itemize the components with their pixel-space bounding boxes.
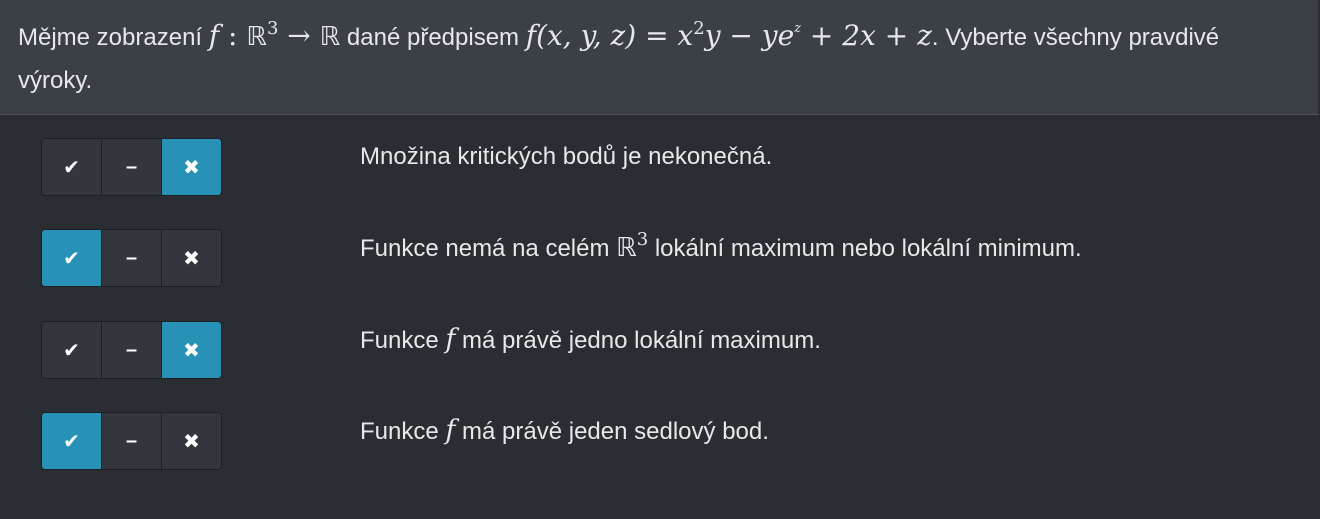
check-icon: ✔ [63,430,80,453]
neutral-button[interactable]: – [102,413,162,469]
math-symbol: ℝ [246,22,267,52]
check-icon: ✔ [63,339,80,362]
neutral-button[interactable]: – [102,139,162,195]
statement-text-part: Funkce [360,327,446,354]
math-symbol: ℝ [616,233,637,263]
statement-text: Funkce f má právě jedno lokální maximum. [360,325,821,356]
math-expression: f : ℝ3 → ℝ [209,19,341,52]
math-exponent: 3 [636,229,649,250]
dash-icon: – [125,155,138,178]
true-button[interactable]: ✔ [42,322,102,378]
math-symbol: → [278,19,320,52]
statement-text-part: má právě jeden sedlový bod. [455,418,769,445]
true-button[interactable]: ✔ [42,139,102,195]
statement-text-part: Množina kritických bodů je nekonečná. [360,143,773,170]
math-formula-part: f(x, y, z) = x [525,19,694,52]
math-formula-part: + 2x + z [801,19,932,52]
answer-toggle-group: ✔ – ✖ [41,321,222,379]
dash-icon: – [125,429,138,452]
statement-text: Funkce nemá na celém ℝ3 lokální maximum … [360,229,1082,264]
false-button[interactable]: ✖ [162,413,221,469]
statement-row: ✔ – ✖ Funkce f má právě jeden sedlový bo… [0,412,1320,472]
math-symbol: f [208,19,220,52]
math-exponent: 3 [266,18,279,39]
math-formula-part: y − ye [704,19,795,52]
false-button[interactable]: ✖ [162,230,221,286]
cross-icon: ✖ [183,247,200,270]
statement-text-part: Funkce nemá na celém [360,235,617,262]
neutral-button[interactable]: – [102,322,162,378]
question-text-part: dané předpisem [340,24,526,51]
statement-text: Funkce f má právě jeden sedlový bod. [360,416,769,447]
answer-toggle-group: ✔ – ✖ [41,412,222,470]
math-exponent: 2 [693,18,705,39]
dash-icon: – [125,338,138,361]
statement-row: ✔ – ✖ Množina kritických bodů je nekoneč… [0,138,1320,198]
statement-row: ✔ – ✖ Funkce f má právě jedno lokální ma… [0,321,1320,381]
math-exponent: z [794,21,802,36]
math-symbol: : [219,19,247,52]
dash-icon: – [125,246,138,269]
statement-text-part: lokální maximum nebo lokální minimum. [648,235,1082,262]
cross-icon: ✖ [183,430,200,453]
statement-text: Množina kritických bodů je nekonečná. [360,142,772,172]
statement-row: ✔ – ✖ Funkce nemá na celém ℝ3 lokální ma… [0,229,1320,289]
statement-text-part: má právě jedno lokální maximum. [455,327,821,354]
true-button[interactable]: ✔ [42,230,102,286]
math-symbol: f [445,324,456,355]
math-symbol: f [445,415,456,446]
math-expression: ℝ3 [616,229,649,264]
math-formula: f(x, y, z) = x2y − yez + 2x + z [526,19,932,52]
check-icon: ✔ [63,156,80,179]
neutral-button[interactable]: – [102,230,162,286]
statement-text-part: Funkce [360,418,446,445]
check-icon: ✔ [63,247,80,270]
question-header: Mějme zobrazení f : ℝ3 → ℝ dané předpise… [0,0,1320,115]
true-button[interactable]: ✔ [42,413,102,469]
question-text-part: Mějme zobrazení [18,24,209,51]
cross-icon: ✖ [183,339,200,362]
question-text: Mějme zobrazení f : ℝ3 → ℝ dané předpise… [18,14,1288,102]
false-button[interactable]: ✖ [162,322,221,378]
math-symbol: ℝ [319,22,341,52]
cross-icon: ✖ [183,156,200,179]
answer-toggle-group: ✔ – ✖ [41,229,222,287]
false-button[interactable]: ✖ [162,139,221,195]
answer-toggle-group: ✔ – ✖ [41,138,222,196]
